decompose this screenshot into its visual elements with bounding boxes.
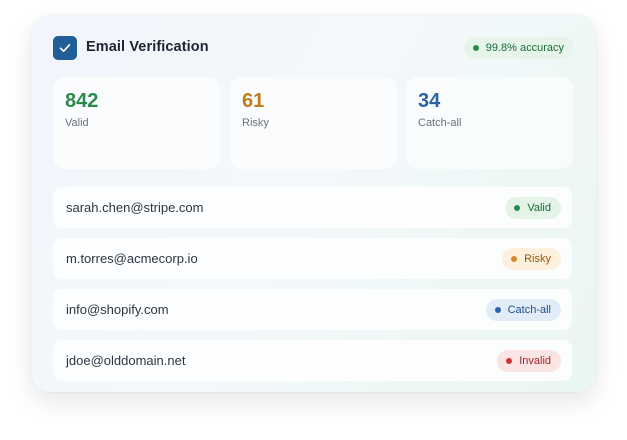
accuracy-badge: 99.8% accuracy [463, 37, 574, 59]
stat-value-catch-all: 34 [418, 90, 441, 112]
checkbox-icon [53, 36, 77, 60]
stat-card-risky: 61 Risky [230, 77, 397, 169]
email-address: sarah.chen@stripe.com [66, 200, 204, 215]
status-dot-icon [514, 205, 521, 211]
check-icon [59, 44, 71, 52]
email-row-sarah[interactable]: sarah.chen@stripe.com Valid [53, 187, 572, 228]
status-text: Invalid [519, 355, 551, 367]
status-dot-icon [472, 45, 479, 51]
accuracy-text: 99.8% accuracy [485, 42, 564, 54]
status-text: Valid [527, 202, 551, 214]
email-row-torres[interactable]: m.torres@acmecorp.io Risky [53, 238, 572, 279]
email-verification-card: Email Verification 99.8% accuracy 842 Va… [31, 15, 596, 392]
status-badge-risky: Risky [502, 248, 561, 270]
stat-value-valid: 842 [65, 90, 99, 112]
stat-value-risky: 61 [242, 90, 265, 112]
stat-label-risky: Risky [242, 117, 269, 129]
email-row-shopify[interactable]: info@shopify.com Catch-all [53, 289, 572, 330]
stat-card-valid: 842 Valid [53, 77, 220, 169]
card-title: Email Verification [86, 39, 209, 55]
status-dot-icon [506, 358, 513, 364]
stat-card-catch-all: 34 Catch-all [406, 77, 573, 169]
status-dot-icon [494, 307, 501, 313]
status-badge-catch-all: Catch-all [485, 299, 561, 321]
status-text: Risky [524, 253, 551, 265]
status-badge-invalid: Invalid [497, 350, 561, 372]
email-address: m.torres@acmecorp.io [66, 251, 198, 266]
stat-label-valid: Valid [65, 117, 89, 129]
email-row-jdoe[interactable]: jdoe@olddomain.net Invalid [53, 340, 572, 381]
email-address: jdoe@olddomain.net [66, 353, 186, 368]
stat-label-catch-all: Catch-all [418, 117, 462, 129]
card-header: Email Verification 99.8% accuracy [53, 36, 574, 61]
status-dot-icon [511, 256, 518, 262]
status-badge-valid: Valid [505, 197, 561, 219]
status-text: Catch-all [507, 304, 551, 316]
email-address: info@shopify.com [66, 302, 169, 317]
